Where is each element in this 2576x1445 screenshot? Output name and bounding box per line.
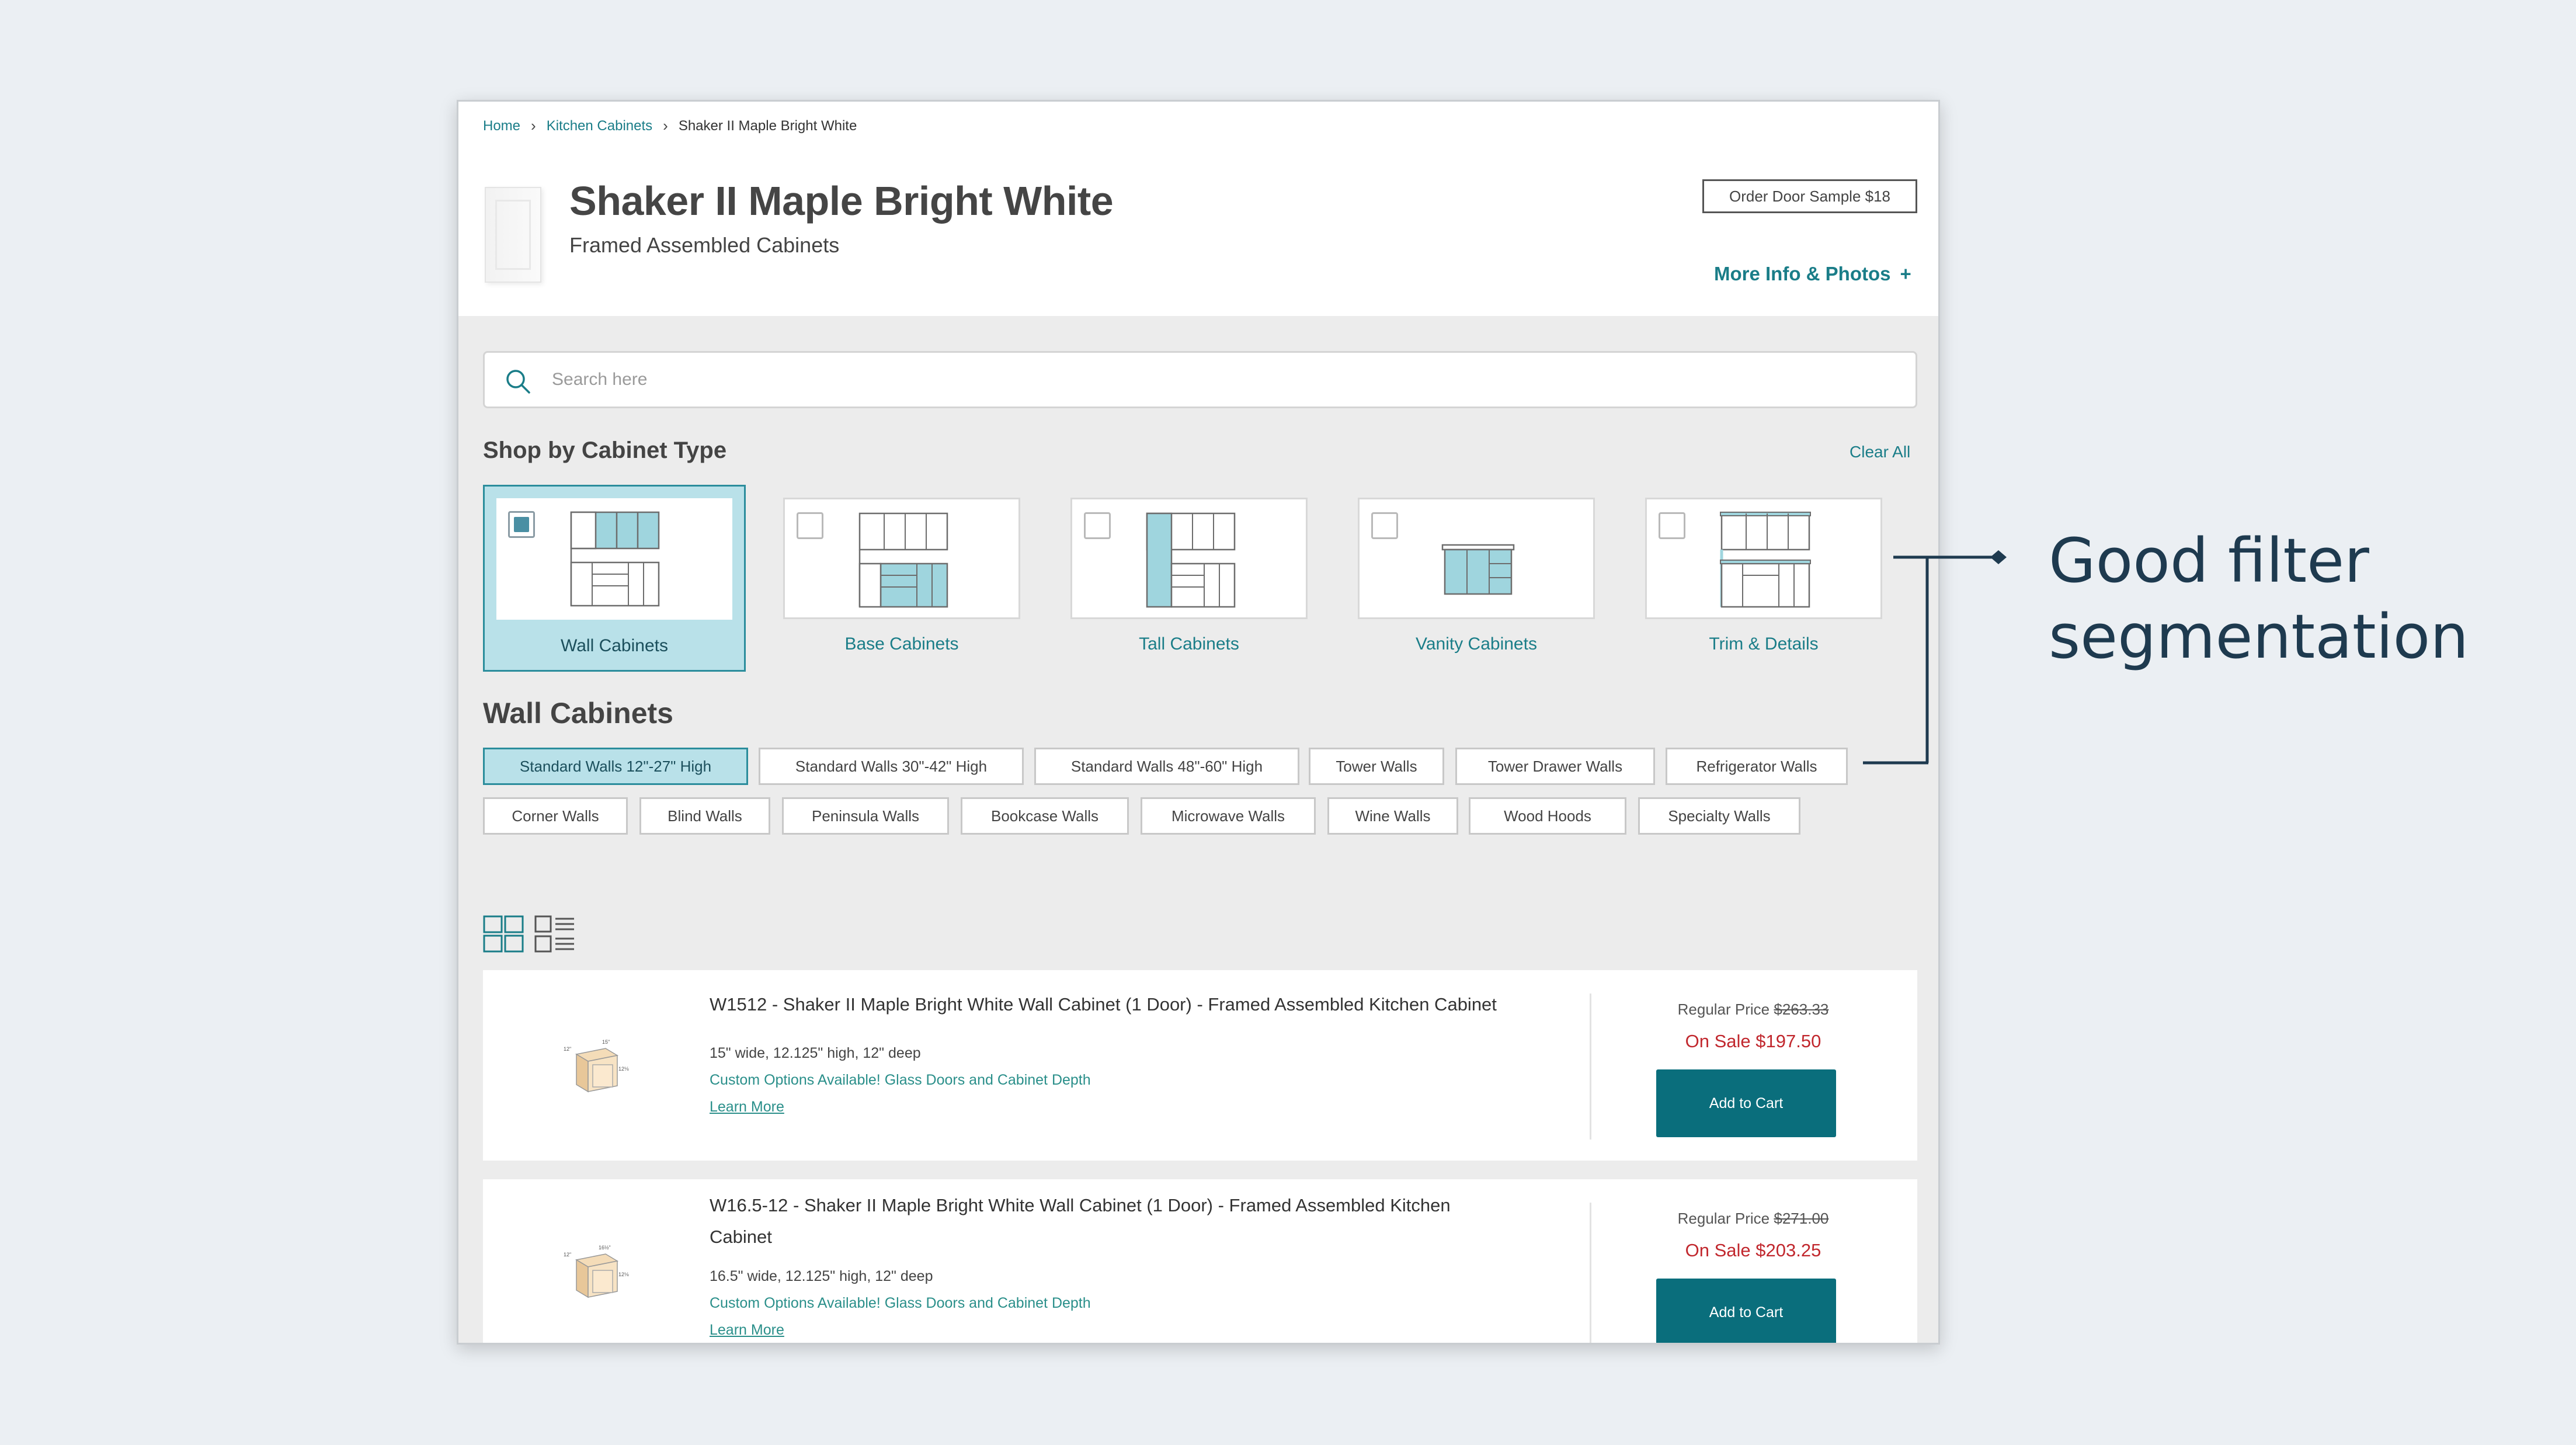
svg-text:15": 15" [602,1039,610,1045]
type-card-label: Tall Cabinets [1139,634,1239,654]
filter-chip-blind-walls[interactable]: Blind Walls [639,797,770,835]
annotation-line: segmentation [2049,601,2469,672]
type-card-label: Base Cabinets [844,634,959,654]
filter-chip-bookcase-walls[interactable]: Bookcase Walls [961,797,1129,835]
checkbox-icon[interactable] [1371,512,1398,539]
vanity-cabinet-icon [1441,544,1515,595]
filter-chip-refrigerator-walls[interactable]: Refrigerator Walls [1666,748,1848,785]
search-input[interactable] [552,353,1895,407]
cabinet-type-heading: Shop by Cabinet Type [483,437,727,463]
grid-view-icon[interactable] [483,915,524,953]
type-card-image [1358,498,1595,619]
tall-cabinet-icon [1146,512,1236,608]
subcategory-heading: Wall Cabinets [483,697,673,730]
type-card-base-cabinets[interactable]: Base Cabinets [770,485,1033,672]
browser-frame: Home › Kitchen Cabinets › Shaker II Mapl… [457,100,1940,1345]
type-card-image [496,498,732,620]
divider [1590,994,1591,1140]
product-header: Home › Kitchen Cabinets › Shaker II Mapl… [458,102,1938,316]
type-card-trim-details[interactable]: Trim & Details [1632,485,1895,672]
type-card-label: Trim & Details [1709,634,1819,654]
product-name[interactable]: W1512 - Shaker II Maple Bright White Wal… [710,989,1497,1020]
type-card-label: Wall Cabinets [561,636,668,655]
breadcrumb: Home › Kitchen Cabinets › Shaker II Mapl… [483,117,857,135]
breadcrumb-category-link[interactable]: Kitchen Cabinets [547,118,652,134]
filter-chip-standard-walls-30-42[interactable]: Standard Walls 30"-42" High [759,748,1024,785]
checkbox-icon[interactable] [797,512,823,539]
svg-text:12⅛": 12⅛" [618,1066,629,1072]
svg-text:12": 12" [564,1046,571,1052]
diamond-marker-icon [1990,550,2007,564]
filter-chip-wine-walls[interactable]: Wine Walls [1327,797,1458,835]
annotation-callout: Good filter segmentation [2049,523,2469,675]
regular-price-label: Regular Price [1677,1001,1770,1018]
more-info-label: More Info & Photos [1714,263,1891,284]
type-card-vanity-cabinets[interactable]: Vanity Cabinets [1345,485,1608,672]
page-subtitle: Framed Assembled Cabinets [569,233,840,257]
filter-chip-peninsula-walls[interactable]: Peninsula Walls [782,797,949,835]
cabinet-thumbnail[interactable]: 12" 15" 12⅛" [559,1031,629,1101]
wall-cabinet-icon [570,511,660,607]
regular-price-value: $263.33 [1774,1001,1829,1018]
svg-text:12⅛": 12⅛" [618,1272,629,1277]
product-list-item: 12" 15" 12⅛" W1512 - Shaker II Maple Bri… [483,970,1917,1161]
cabinet-thumbnail[interactable]: 12" 16½" 12⅛" [559,1236,629,1307]
product-name-line: W16.5-12 - Shaker II Maple Bright White … [710,1195,1451,1215]
annotation-line: Good filter [2049,525,2369,596]
filter-chip-standard-walls-48-60[interactable]: Standard Walls 48"-60" High [1034,748,1299,785]
learn-more-link[interactable]: Learn More [710,1322,784,1339]
checkbox-checked-icon[interactable] [508,511,535,538]
learn-more-link[interactable]: Learn More [710,1099,784,1116]
filter-chip-tower-drawer-walls[interactable]: Tower Drawer Walls [1455,748,1655,785]
order-door-sample-button[interactable]: Order Door Sample $18 [1702,179,1917,213]
door-sample-image [485,187,541,283]
more-info-photos-link[interactable]: More Info & Photos + [1714,263,1911,285]
regular-price: Regular Price $271.00 [1593,1210,1914,1228]
breadcrumb-separator: › [531,117,536,134]
type-card-wall-cabinets[interactable]: Wall Cabinets [483,485,746,672]
product-dimensions: 15" wide, 12.125" high, 12" deep [710,1045,921,1061]
product-name[interactable]: W16.5-12 - Shaker II Maple Bright White … [710,1190,1451,1253]
add-to-cart-button[interactable]: Add to Cart [1656,1069,1836,1137]
filter-chip-microwave-walls[interactable]: Microwave Walls [1141,797,1316,835]
sale-price: On Sale $197.50 [1685,1031,1821,1051]
custom-options-note: Custom Options Available! Glass Doors an… [710,1072,1091,1088]
svg-text:16½": 16½" [599,1245,611,1251]
regular-price: Regular Price $263.33 [1593,1001,1914,1019]
filter-chip-standard-walls-12-27[interactable]: Standard Walls 12"-27" High [483,748,748,785]
product-dimensions: 16.5" wide, 12.125" high, 12" deep [710,1268,933,1284]
search-bar [483,351,1917,408]
breadcrumb-home-link[interactable]: Home [483,118,520,134]
regular-price-label: Regular Price [1677,1210,1770,1227]
filter-chip-wood-hoods[interactable]: Wood Hoods [1469,797,1626,835]
breadcrumb-separator: › [663,117,668,134]
svg-text:12": 12" [564,1252,571,1258]
filter-chip-tower-walls[interactable]: Tower Walls [1309,748,1444,785]
custom-options-note: Custom Options Available! Glass Doors an… [710,1295,1091,1311]
list-view-icon[interactable] [534,915,575,953]
type-card-label: Vanity Cabinets [1416,634,1537,654]
plus-icon: + [1900,263,1911,284]
search-icon [506,370,530,394]
regular-price-value: $271.00 [1774,1210,1829,1227]
product-name-line: Cabinet [710,1227,772,1247]
checkbox-icon[interactable] [1084,512,1111,539]
filter-chip-corner-walls[interactable]: Corner Walls [483,797,628,835]
filter-chip-specialty-walls[interactable]: Specialty Walls [1638,797,1800,835]
add-to-cart-button[interactable]: Add to Cart [1656,1279,1836,1343]
divider [1590,1203,1591,1343]
trim-details-icon [1720,512,1811,608]
type-card-image [783,498,1020,619]
type-card-tall-cabinets[interactable]: Tall Cabinets [1058,485,1320,672]
type-card-image [1070,498,1308,619]
type-card-image [1645,498,1882,619]
product-list-item: 12" 16½" 12⅛" W16.5-12 - Shaker II Maple… [483,1179,1917,1343]
annotation-bracket [1863,550,2007,765]
checkbox-icon[interactable] [1659,512,1685,539]
sale-price: On Sale $203.25 [1685,1240,1821,1260]
page-title: Shaker II Maple Bright White [569,178,1114,224]
base-cabinet-icon [858,512,948,608]
clear-all-link[interactable]: Clear All [1850,443,1910,461]
breadcrumb-current: Shaker II Maple Bright White [678,117,857,134]
